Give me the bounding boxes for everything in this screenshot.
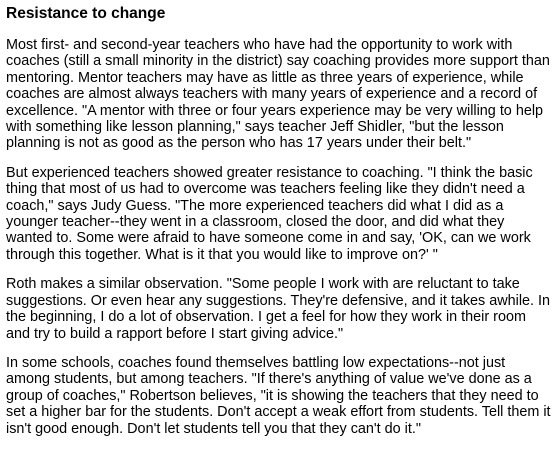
paragraph-low-expectations: In some schools, coaches found themselve… — [6, 354, 551, 437]
paragraph-mentoring-vs-coaching: Most first- and second-year teachers who… — [6, 37, 550, 152]
article: Resistance to change Most first- and sec… — [6, 4, 551, 450]
paragraph-experienced-teachers: But experienced teachers showed greater … — [6, 164, 533, 263]
paragraph-roth-observation: Roth makes a similar observation. "Some … — [6, 276, 551, 342]
section-heading: Resistance to change — [6, 5, 166, 22]
